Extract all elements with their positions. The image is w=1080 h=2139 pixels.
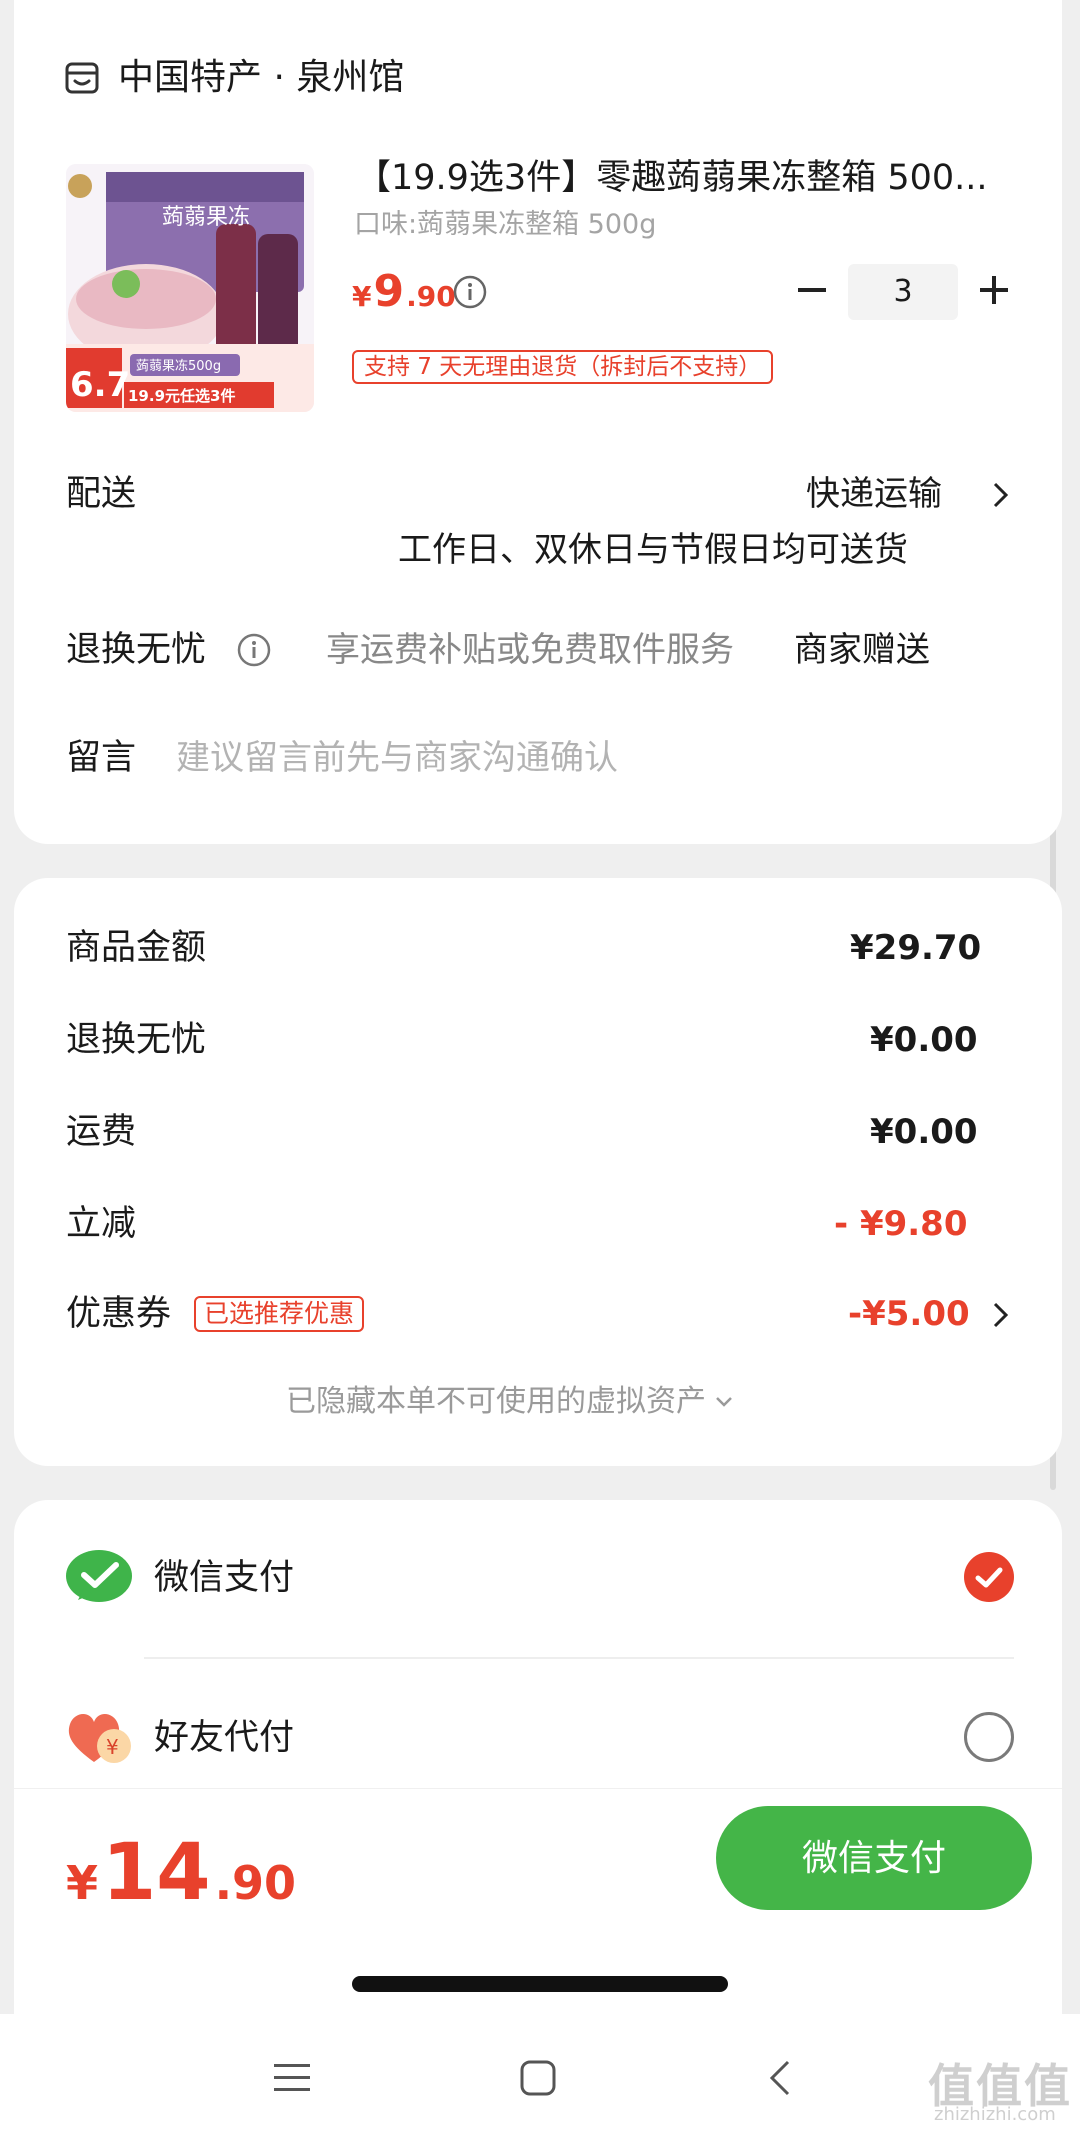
worry-free-value: 商家赠送 xyxy=(794,630,930,670)
total-price: ¥ 14 .90 xyxy=(66,1828,296,1918)
image-box-label: 蒟蒻果冻500g xyxy=(136,358,221,374)
instant-discount-label: 立减 xyxy=(66,1204,137,1244)
friend-pay-label[interactable]: 好友代付 xyxy=(154,1716,294,1760)
worry-free-desc: 享运费补贴或免费取件服务 xyxy=(326,630,734,670)
coupon-label[interactable]: 优惠券 xyxy=(66,1292,171,1336)
home-indicator[interactable] xyxy=(352,1976,728,1992)
message-label: 留言 xyxy=(66,738,137,778)
friend-pay-icon: ¥ xyxy=(68,1713,131,1763)
delivery-note: 工作日、双休日与节假日均可送货 xyxy=(398,530,908,570)
total-currency: ¥ xyxy=(66,1856,99,1910)
product-illustration: 蒟蒻果冻500g 6.7 19.9元任选3件 蒟蒻果冻 xyxy=(66,164,314,412)
image-packaging-text: 蒟蒻果冻 xyxy=(162,205,250,230)
worry-free-fee-label: 退换无忧 xyxy=(66,1020,207,1060)
wechat-pay-selected-radio[interactable] xyxy=(964,1552,1014,1602)
svg-text:¥: ¥ xyxy=(106,1735,119,1759)
goods-amount-value: ¥29.70 xyxy=(850,928,982,968)
delivery-chevron-right-icon[interactable] xyxy=(990,480,1012,510)
image-badge-price: 6.7 xyxy=(70,365,130,405)
store-icon xyxy=(65,62,99,94)
payment-divider xyxy=(144,1657,1014,1659)
watermark-url: zhizhizhi.com xyxy=(934,2104,1056,2125)
shipping-value: ¥0.00 xyxy=(870,1112,978,1152)
delivery-method[interactable]: 快递运输 xyxy=(806,472,942,516)
total-decimal: .90 xyxy=(214,1856,297,1910)
hidden-assets-toggle[interactable]: 已隐藏本单不可使用的虚拟资产 xyxy=(286,1382,734,1422)
quantity-input[interactable]: 3 xyxy=(848,264,958,320)
price-info-icon[interactable] xyxy=(452,274,488,310)
wechat-pay-button[interactable]: 微信支付 xyxy=(716,1806,1032,1910)
coupon-chevron-right-icon[interactable] xyxy=(990,1300,1012,1330)
image-promo: 19.9元任选3件 xyxy=(128,387,235,405)
goods-amount-label: 商品金额 xyxy=(66,928,207,968)
unit-price: ¥ 9 .90 xyxy=(352,266,456,317)
quantity-decrease-button[interactable] xyxy=(794,272,830,308)
store-name[interactable]: 中国特产 · 泉州馆 xyxy=(118,56,404,100)
order-item-card xyxy=(14,0,1062,844)
menu-icon[interactable] xyxy=(272,2060,312,2096)
price-decimal: .90 xyxy=(406,280,456,313)
worry-free-info-icon[interactable] xyxy=(236,632,272,668)
product-title[interactable]: 【19.9选3件】零趣蒟蒻果冻整箱 500... xyxy=(356,156,1006,200)
wechat-pay-icon xyxy=(66,1550,132,1602)
hidden-assets-text: 已隐藏本单不可使用的虚拟资产 xyxy=(286,1384,706,1419)
price-integer: 9 xyxy=(373,266,405,317)
return-policy-tag: 支持 7 天无理由退货（拆封后不支持） xyxy=(352,350,774,384)
worry-free-fee-value: ¥0.00 xyxy=(870,1020,978,1060)
friend-pay-radio[interactable] xyxy=(964,1712,1014,1762)
instant-discount-value: - ¥9.80 xyxy=(834,1204,968,1244)
home-icon[interactable] xyxy=(518,2058,558,2098)
coupon-value[interactable]: -¥5.00 xyxy=(848,1292,970,1336)
delivery-label: 配送 xyxy=(66,474,137,514)
chevron-down-icon xyxy=(716,1397,732,1407)
product-spec[interactable]: 口味:蒟蒻果冻整箱 500g xyxy=(354,208,656,242)
check-icon xyxy=(975,1567,1003,1588)
price-currency: ¥ xyxy=(352,280,372,313)
wechat-pay-label[interactable]: 微信支付 xyxy=(154,1556,294,1600)
total-integer: 14 xyxy=(102,1828,211,1918)
product-image[interactable]: 蒟蒻果冻500g 6.7 19.9元任选3件 蒟蒻果冻 xyxy=(66,164,314,412)
quantity-increase-button[interactable] xyxy=(976,272,1012,308)
worry-free-label: 退换无忧 xyxy=(66,630,207,670)
shipping-label: 运费 xyxy=(66,1112,137,1152)
back-icon[interactable] xyxy=(766,2058,794,2098)
coupon-selected-tag: 已选推荐优惠 xyxy=(194,1296,365,1332)
message-input[interactable]: 建议留言前先与商家沟通确认 xyxy=(176,736,618,780)
